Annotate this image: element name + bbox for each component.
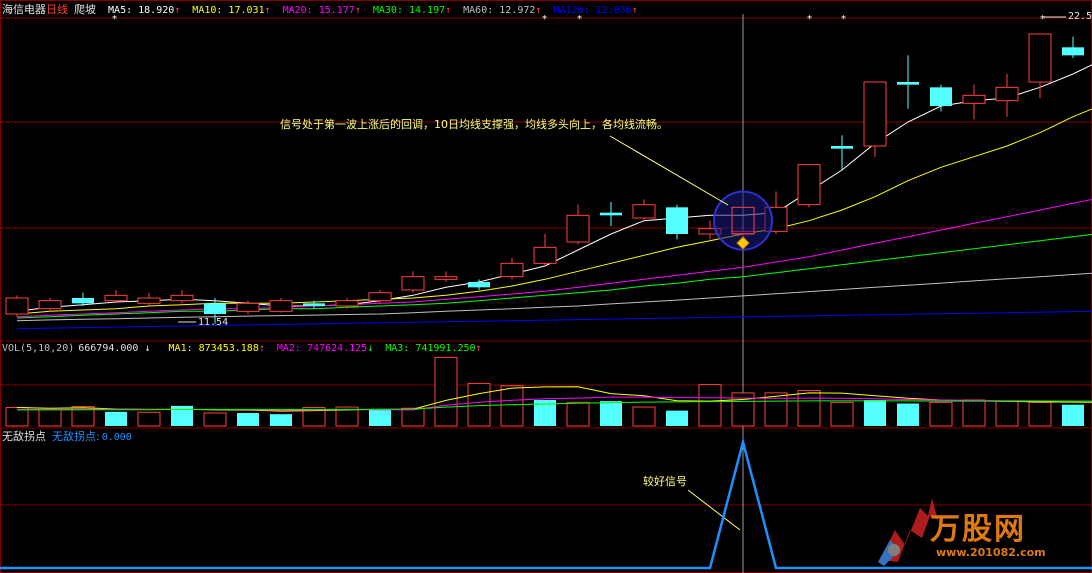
candle: [236, 302, 260, 312]
candle: [269, 300, 293, 312]
volume-bar: [1028, 401, 1052, 427]
volume-bar: [864, 399, 886, 426]
candle: [72, 298, 94, 304]
candle: [930, 87, 952, 106]
volume-bar: [962, 399, 986, 427]
candle: [632, 204, 656, 219]
candle: [204, 303, 226, 314]
candle: [137, 297, 161, 304]
candle: [170, 294, 194, 302]
volume-bar: [995, 400, 1019, 427]
volume-bar: [434, 356, 458, 427]
candle: [797, 164, 821, 206]
volume-bar: [369, 408, 391, 426]
star-marker: *: [841, 14, 846, 25]
frame: [0, 0, 1092, 573]
star-marker: *: [542, 14, 547, 25]
volume-bar: [500, 385, 524, 427]
star-marker: *: [1040, 14, 1045, 25]
candle: [500, 262, 524, 278]
volume-bar: [105, 411, 127, 426]
stock-chart[interactable]: * * * * * *: [0, 0, 1092, 573]
volume-bar: [632, 406, 656, 427]
volume-bar: [38, 408, 62, 427]
volume-bar: [666, 410, 688, 426]
candle: [533, 246, 557, 264]
volume-bar: [929, 401, 953, 427]
watermark-brand: 万股网: [930, 512, 1026, 547]
good-signal-annotation: 较好信号: [643, 475, 687, 488]
star-marker: *: [577, 14, 582, 25]
ma-line-ma120: [16, 310, 1092, 330]
volume-bar: [401, 407, 425, 427]
volume-bar: [203, 412, 227, 427]
volume-bar: [830, 401, 854, 427]
candle: [600, 212, 622, 216]
candle: [368, 292, 392, 302]
candle: [831, 146, 853, 149]
high-price-label: 22.57: [1068, 11, 1092, 22]
low-price-label: 11.54: [198, 317, 229, 328]
volume-bar: [270, 414, 292, 426]
volume-bar: [237, 412, 259, 426]
annotation-pointer: [609, 135, 729, 206]
candle: [1062, 47, 1084, 56]
volume-bar: [1062, 404, 1084, 426]
star-marker: *: [112, 14, 117, 25]
candle: [863, 81, 887, 147]
candle: [335, 300, 359, 307]
candle: [666, 207, 688, 234]
volume-bar: [797, 390, 821, 427]
candle: [401, 276, 425, 291]
candle: [962, 94, 986, 104]
signal-annotation: 信号处于第一波上涨后的回调，10日均线支撑强，均线多头向上，各均线流畅。: [280, 118, 668, 131]
ma-line-ma10: [16, 108, 1092, 315]
volume-bar: [137, 411, 161, 427]
candle: [5, 297, 29, 315]
volume-bar: [467, 382, 491, 427]
candle: [434, 276, 458, 280]
candle: [566, 214, 590, 243]
candle: [303, 303, 325, 306]
star-marker: *: [807, 14, 812, 25]
candle: [38, 300, 62, 310]
volume-bar: [566, 401, 590, 427]
annotation-pointer: [687, 489, 741, 531]
volume-bar: [897, 403, 919, 426]
volume-bar: [600, 401, 622, 426]
candle: [897, 82, 919, 85]
candle: [104, 294, 128, 302]
candle: [468, 282, 490, 288]
watermark-logo: 万股网 www.201082.com: [870, 490, 1070, 570]
volume-bar: [698, 384, 722, 427]
candle: [995, 86, 1019, 102]
watermark-url: www.201082.com: [936, 546, 1046, 559]
candle: [1028, 33, 1052, 83]
